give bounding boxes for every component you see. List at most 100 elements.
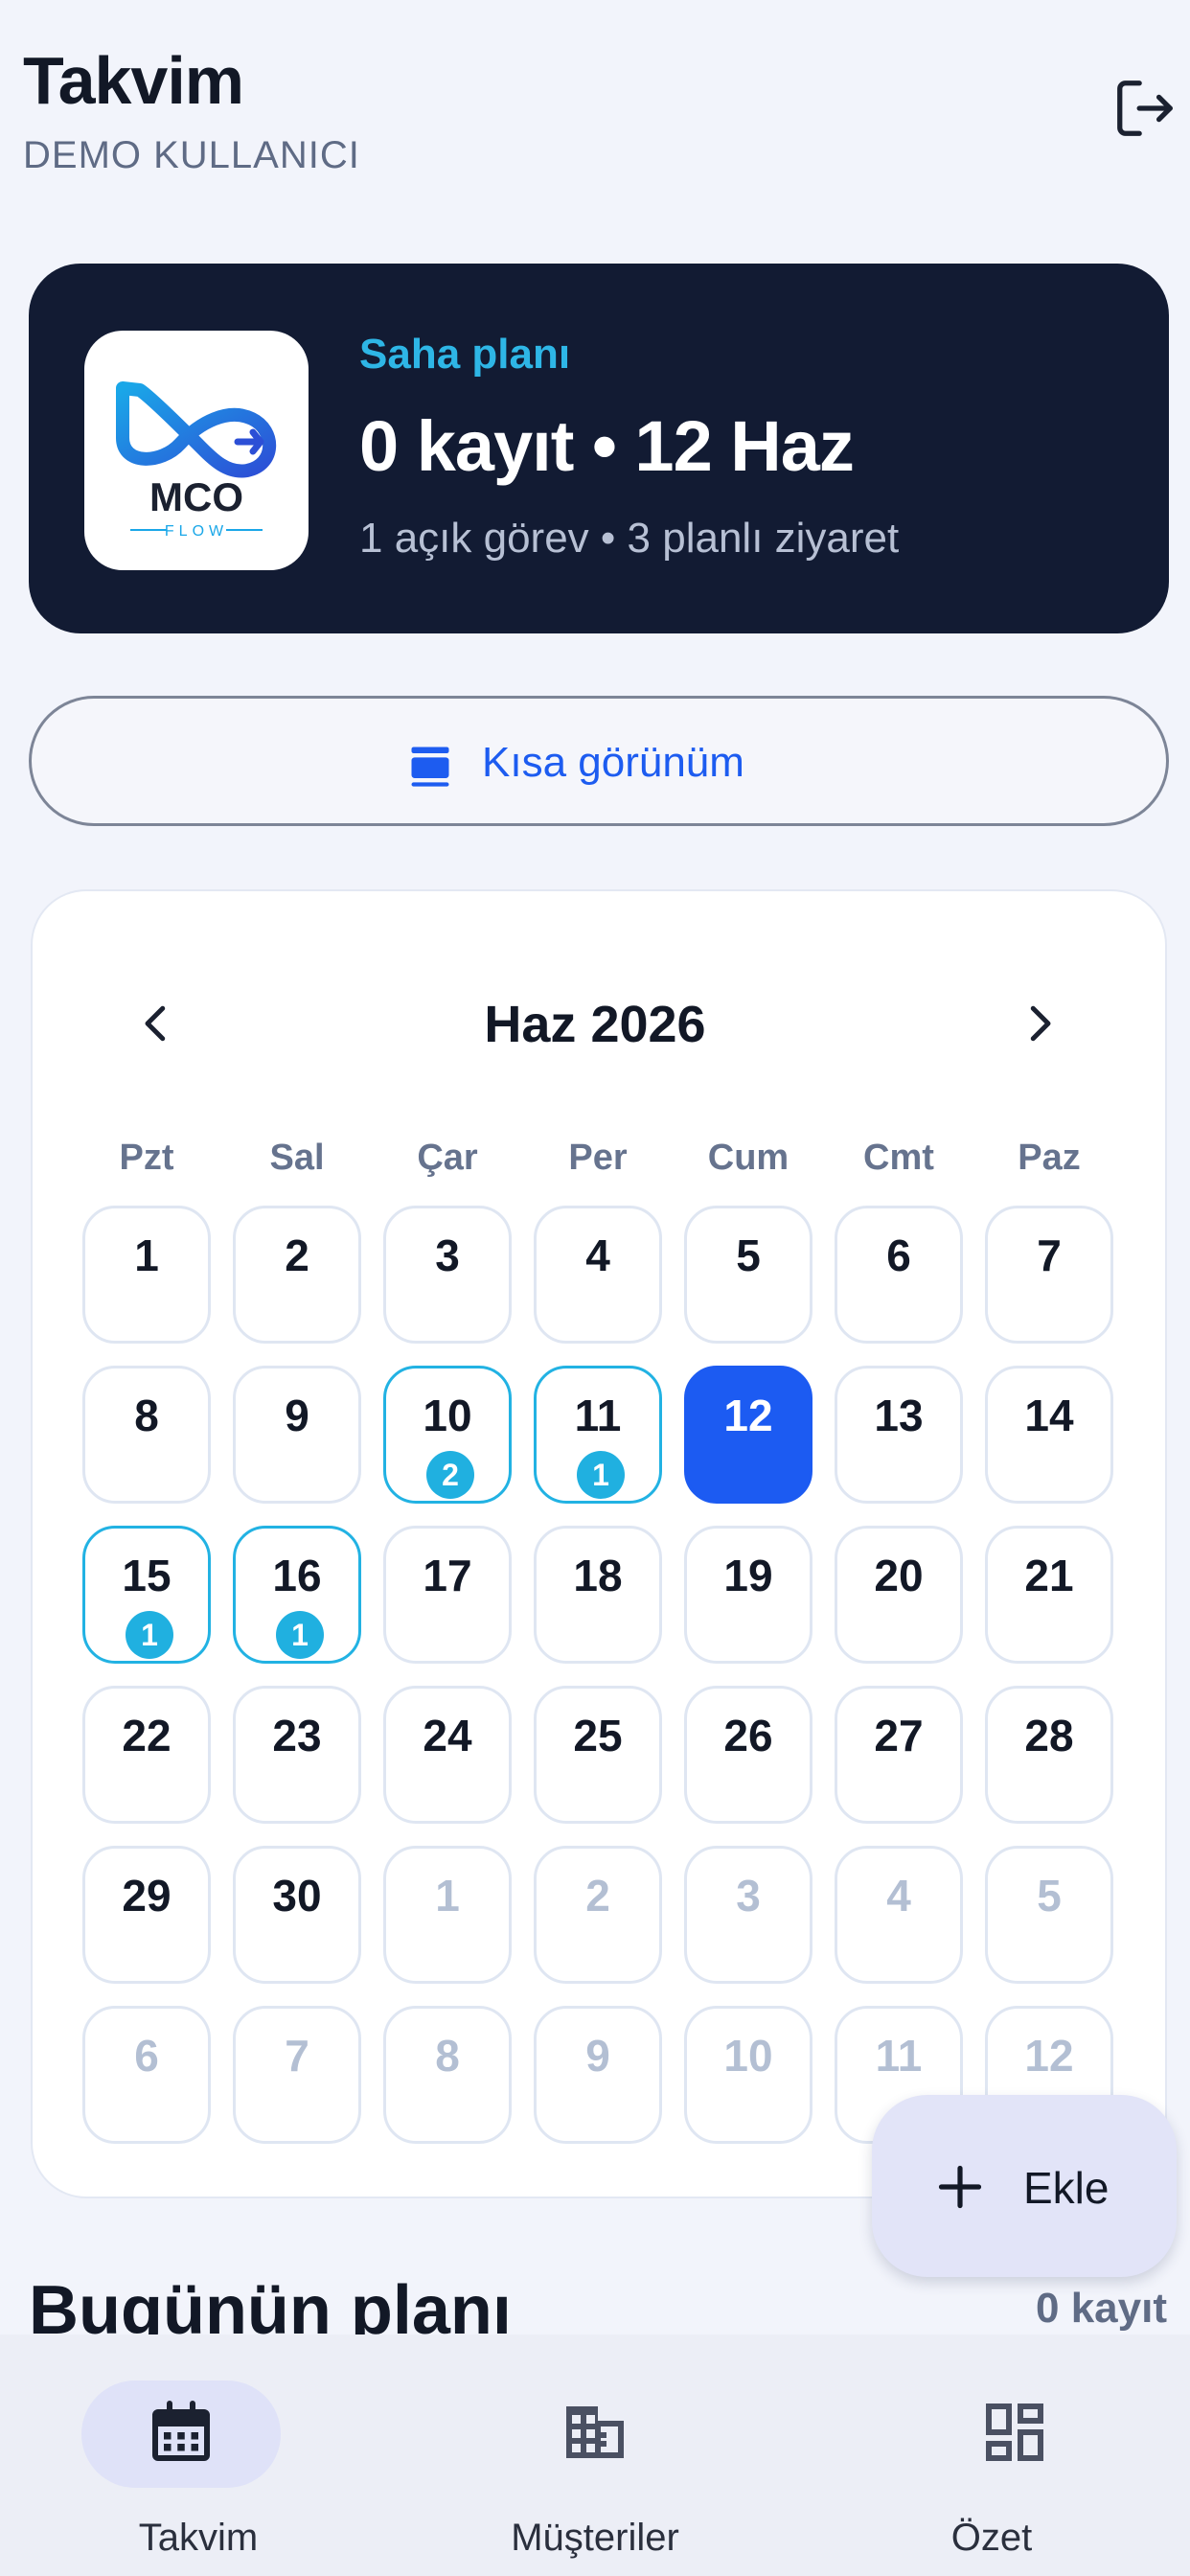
calendar-day[interactable]: 25 <box>534 1686 662 1824</box>
calendar-day[interactable]: 22 <box>82 1686 211 1824</box>
calendar-day[interactable]: 2 <box>233 1206 361 1344</box>
calendar-day[interactable]: 13 <box>835 1366 963 1504</box>
day-number: 2 <box>585 1871 610 1920</box>
calendar-day[interactable]: 6 <box>82 2006 211 2144</box>
calendar-day[interactable]: 1 <box>82 1206 211 1344</box>
bottom-nav: Takvim Müşteriler Özet <box>0 2334 1190 2576</box>
short-view-button[interactable]: Kısa görünüm <box>29 696 1169 826</box>
prev-month-button[interactable] <box>130 995 182 1052</box>
calendar-day[interactable]: 8 <box>383 2006 512 2144</box>
day-number: 8 <box>435 2031 460 2081</box>
event-count-badge: 1 <box>577 1451 625 1499</box>
calendar-day[interactable]: 7 <box>233 2006 361 2144</box>
day-number: 10 <box>723 2031 773 2081</box>
header: Takvim DEMO KULLANICI <box>0 0 1190 201</box>
calendar-day[interactable]: 14 <box>985 1366 1113 1504</box>
day-number: 7 <box>1037 1230 1062 1280</box>
calendar-day[interactable]: 18 <box>534 1526 662 1664</box>
day-number: 29 <box>122 1871 172 1920</box>
calendar-day[interactable]: 8 <box>82 1366 211 1504</box>
day-number: 20 <box>874 1551 924 1600</box>
day-number: 5 <box>736 1230 761 1280</box>
calendar-day[interactable]: 2 <box>534 1846 662 1984</box>
app-screen: Takvim DEMO KULLANICI MCO FLOW Saha plan… <box>0 0 1190 2576</box>
view-agenda-icon <box>411 747 449 787</box>
day-number: 1 <box>435 1871 460 1920</box>
weekday-label: Per <box>568 1138 628 1178</box>
calendar-day[interactable]: 17 <box>383 1526 512 1664</box>
calendar-day[interactable]: 5 <box>985 1846 1113 1984</box>
calendar-day-today[interactable]: 12 <box>684 1366 812 1504</box>
day-number: 25 <box>573 1711 623 1760</box>
weekday-label: Cum <box>707 1138 790 1178</box>
day-number: 2 <box>285 1230 309 1280</box>
calendar-day[interactable]: 9 <box>534 2006 662 2144</box>
calendar-day[interactable]: 6 <box>835 1206 963 1344</box>
next-month-button[interactable] <box>1014 995 1065 1052</box>
day-number: 11 <box>574 1391 622 1440</box>
nav-label-summary: Özet <box>950 2517 1033 2559</box>
weekday-label: Sal <box>269 1138 325 1178</box>
calendar-day[interactable]: 16 1 <box>233 1526 361 1664</box>
add-button[interactable]: Ekle <box>872 2095 1177 2277</box>
day-number: 3 <box>736 1871 761 1920</box>
month-title: Haz 2026 <box>484 996 706 1053</box>
logout-icon[interactable] <box>1111 75 1179 142</box>
day-number: 23 <box>272 1711 322 1760</box>
day-number: 11 <box>875 2031 923 2081</box>
calendar-day[interactable]: 3 <box>383 1206 512 1344</box>
day-number: 12 <box>1024 2031 1074 2081</box>
calendar-day[interactable]: 15 1 <box>82 1526 211 1664</box>
calendar-day[interactable]: 11 1 <box>534 1366 662 1504</box>
weekday-label: Paz <box>1018 1138 1081 1178</box>
calendar-day[interactable]: 7 <box>985 1206 1113 1344</box>
calendar-day[interactable]: 28 <box>985 1686 1113 1824</box>
calendar-day[interactable]: 5 <box>684 1206 812 1344</box>
today-plan-count: 0 kayıt <box>1036 2285 1167 2332</box>
day-number: 9 <box>585 2031 610 2081</box>
weekday-label: Çar <box>417 1138 478 1178</box>
calendar-day[interactable]: 4 <box>534 1206 662 1344</box>
weekday-label: Pzt <box>119 1138 174 1178</box>
nav-label-calendar: Takvim <box>138 2517 259 2559</box>
page-title: Takvim <box>23 43 244 118</box>
calendar-day[interactable]: 20 <box>835 1526 963 1664</box>
nav-label-customers: Müşteriler <box>511 2517 679 2559</box>
event-count-badge: 1 <box>126 1611 173 1659</box>
nav-item-calendar[interactable]: Takvim <box>0 2334 397 2576</box>
calendar-day[interactable]: 26 <box>684 1686 812 1824</box>
calendar-day[interactable]: 27 <box>835 1686 963 1824</box>
calendar-day[interactable]: 9 <box>233 1366 361 1504</box>
day-number: 12 <box>723 1391 773 1440</box>
day-number: 26 <box>723 1711 773 1760</box>
calendar-day[interactable]: 24 <box>383 1686 512 1824</box>
calendar-day[interactable]: 3 <box>684 1846 812 1984</box>
day-number: 4 <box>886 1871 911 1920</box>
day-number: 13 <box>874 1391 924 1440</box>
calendar-day[interactable]: 21 <box>985 1526 1113 1664</box>
day-number: 16 <box>272 1551 322 1600</box>
calendar-day[interactable]: 23 <box>233 1686 361 1824</box>
calendar-day[interactable]: 19 <box>684 1526 812 1664</box>
day-number: 8 <box>134 1391 159 1440</box>
add-button-label: Ekle <box>1023 2163 1110 2213</box>
day-number: 1 <box>134 1230 159 1280</box>
calendar-day[interactable]: 29 <box>82 1846 211 1984</box>
building-icon <box>566 2406 624 2458</box>
calendar-day[interactable]: 4 <box>835 1846 963 1984</box>
nav-item-summary[interactable]: Özet <box>793 2334 1190 2576</box>
calendar-day[interactable]: 1 <box>383 1846 512 1984</box>
calendar-day[interactable]: 10 2 <box>383 1366 512 1504</box>
nav-item-customers[interactable]: Müşteriler <box>397 2334 793 2576</box>
day-number: 5 <box>1037 1871 1062 1920</box>
day-number: 6 <box>886 1230 911 1280</box>
calendar-day[interactable]: 10 <box>684 2006 812 2144</box>
hero-title: 0 kayıt • 12 Haz <box>359 406 855 486</box>
day-number: 19 <box>723 1551 773 1600</box>
day-number: 4 <box>585 1230 610 1280</box>
day-number: 10 <box>423 1391 472 1440</box>
day-number: 6 <box>134 2031 159 2081</box>
calendar-day[interactable]: 30 <box>233 1846 361 1984</box>
hero-subtitle: 1 açık görev • 3 planlı ziyaret <box>359 515 900 562</box>
summary-card: MCO FLOW Saha planı 0 kayıt • 12 Haz 1 a… <box>29 264 1169 633</box>
